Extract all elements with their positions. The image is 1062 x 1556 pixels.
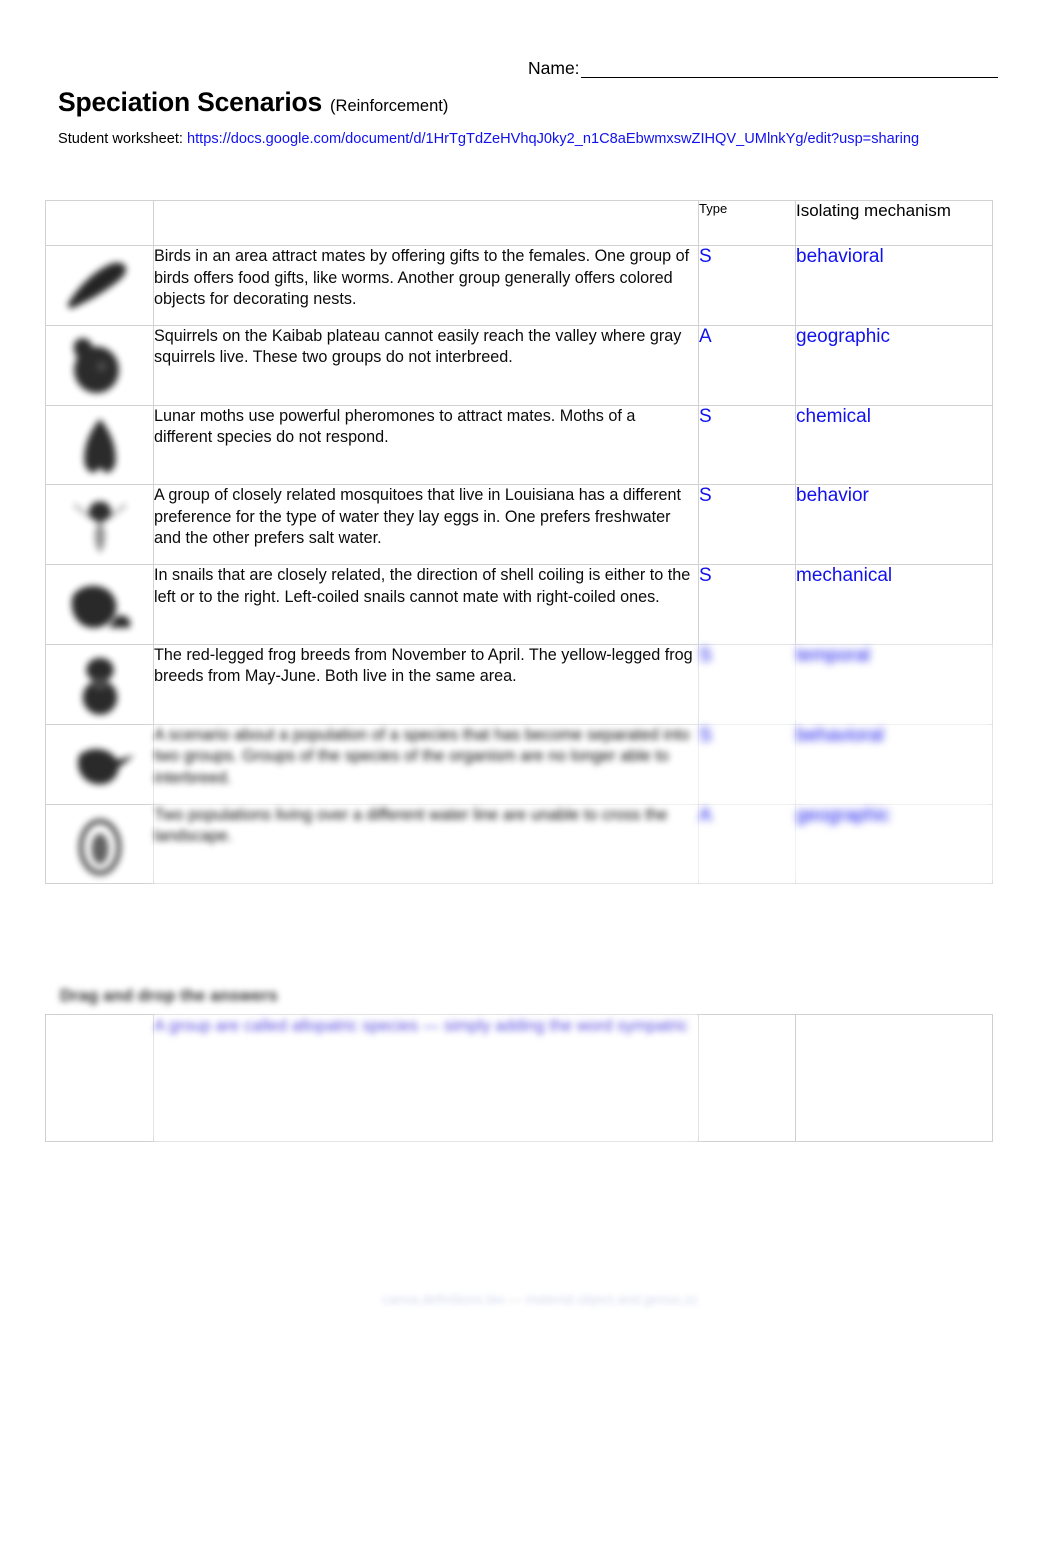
- name-field-row: Name:: [528, 58, 998, 78]
- bird-silhouette-icon: [66, 262, 126, 309]
- answer-mechanism[interactable]: geographic: [795, 803, 993, 885]
- table-row: A scenario about a population of a speci…: [45, 723, 993, 805]
- answer-bank-table: A group are called allopatric species — …: [45, 1014, 993, 1142]
- answer-bank-type-cell[interactable]: [698, 1014, 796, 1142]
- mosquito-silhouette-icon: [73, 501, 126, 554]
- header-cell-scenario: [153, 200, 699, 246]
- moth-silhouette-icon: [83, 418, 116, 473]
- scenario-text: Two populations living over a different …: [153, 803, 699, 885]
- answer-type[interactable]: S: [698, 723, 796, 805]
- footer-left: canva.definitions.bio: [382, 1292, 505, 1307]
- table-row: A group of closely related mosquitoes th…: [45, 484, 993, 566]
- footer-right: material.object.and.genus.zz: [525, 1292, 698, 1307]
- scenario-text: In snails that are closely related, the …: [153, 564, 699, 645]
- table-row: Birds in an area attract mates by offeri…: [45, 245, 993, 326]
- answer-type[interactable]: S: [698, 643, 796, 725]
- answer-mechanism[interactable]: chemical: [795, 404, 993, 486]
- answer-bank-text[interactable]: A group are called allopatric species — …: [153, 1014, 699, 1142]
- beetle-silhouette-icon: [78, 818, 121, 876]
- title-main: Speciation Scenarios: [58, 87, 323, 117]
- scenario-image-cell: [45, 803, 154, 885]
- scenario-text: Squirrels on the Kaibab plateau cannot e…: [153, 324, 699, 406]
- answer-bank-row: A group are called allopatric species — …: [45, 1014, 993, 1142]
- scenario-image-cell: [45, 484, 154, 566]
- scenario-image-cell: [45, 643, 154, 725]
- scenario-text: A group of closely related mosquitoes th…: [153, 484, 699, 566]
- answer-type[interactable]: S: [698, 564, 796, 645]
- scenario-image-cell: [45, 324, 154, 406]
- header-cell-type: Type: [698, 200, 796, 246]
- answer-bank-image-cell: [45, 1014, 154, 1142]
- squirrel-silhouette-icon: [73, 338, 119, 393]
- scenario-text: A scenario about a population of a speci…: [153, 723, 699, 805]
- answer-mechanism[interactable]: temporal: [795, 643, 993, 725]
- answer-mechanism[interactable]: mechanical: [795, 564, 993, 645]
- table-row: Squirrels on the Kaibab plateau cannot e…: [45, 324, 993, 406]
- answer-mechanism[interactable]: behavioral: [795, 245, 993, 326]
- name-blank-line[interactable]: [580, 59, 998, 78]
- scenario-image-cell: [45, 404, 154, 486]
- table-row: In snails that are closely related, the …: [45, 564, 993, 645]
- table-row: Lunar moths use powerful pheromones to a…: [45, 404, 993, 486]
- answer-bank-caption: Drag and drop the answers: [60, 987, 278, 1005]
- scenario-image-cell: [45, 245, 154, 326]
- answer-type[interactable]: S: [698, 245, 796, 326]
- table-row: The red-legged frog breeds from November…: [45, 643, 993, 725]
- header-cell-mechanism: Isolating mechanism: [795, 200, 993, 246]
- scenario-image-cell: [45, 564, 154, 645]
- answer-type[interactable]: S: [698, 484, 796, 566]
- answer-mechanism[interactable]: behavioral: [795, 723, 993, 805]
- answer-mechanism[interactable]: geographic: [795, 324, 993, 406]
- header-cell-image: [45, 200, 154, 246]
- answer-type[interactable]: S: [698, 404, 796, 486]
- scenario-text: The red-legged frog breeds from November…: [153, 643, 699, 725]
- footer-separator: —: [508, 1292, 522, 1307]
- student-worksheet-link[interactable]: https://docs.google.com/document/d/1HrTg…: [187, 131, 919, 147]
- frog-silhouette-icon: [82, 657, 117, 715]
- table-row: Two populations living over a different …: [45, 803, 993, 885]
- student-worksheet-label: Student worksheet:: [58, 131, 187, 147]
- page-footer: canva.definitions.bio — material.object.…: [340, 1292, 740, 1307]
- scenario-text: Birds in an area attract mates by offeri…: [153, 245, 699, 326]
- answer-bank-mechanism-cell[interactable]: [795, 1014, 993, 1142]
- bird-head-silhouette-icon: [77, 748, 134, 785]
- title-subtitle: (Reinforcement): [330, 97, 449, 115]
- worksheet-page: Name: Speciation Scenarios (Reinforcemen…: [0, 0, 1062, 1556]
- page-title: Speciation Scenarios (Reinforcement): [58, 87, 448, 118]
- answer-mechanism[interactable]: behavior: [795, 484, 993, 566]
- student-worksheet-line: Student worksheet: https://docs.google.c…: [58, 128, 1003, 150]
- snail-silhouette-icon: [71, 586, 130, 629]
- scenarios-table: Type Isolating mechanism Birds in an are…: [45, 200, 993, 885]
- table-header-row: Type Isolating mechanism: [45, 200, 993, 246]
- scenario-image-cell: [45, 723, 154, 805]
- answer-type[interactable]: A: [698, 803, 796, 885]
- answer-type[interactable]: A: [698, 324, 796, 406]
- name-label: Name:: [528, 58, 580, 78]
- scenario-text: Lunar moths use powerful pheromones to a…: [153, 404, 699, 486]
